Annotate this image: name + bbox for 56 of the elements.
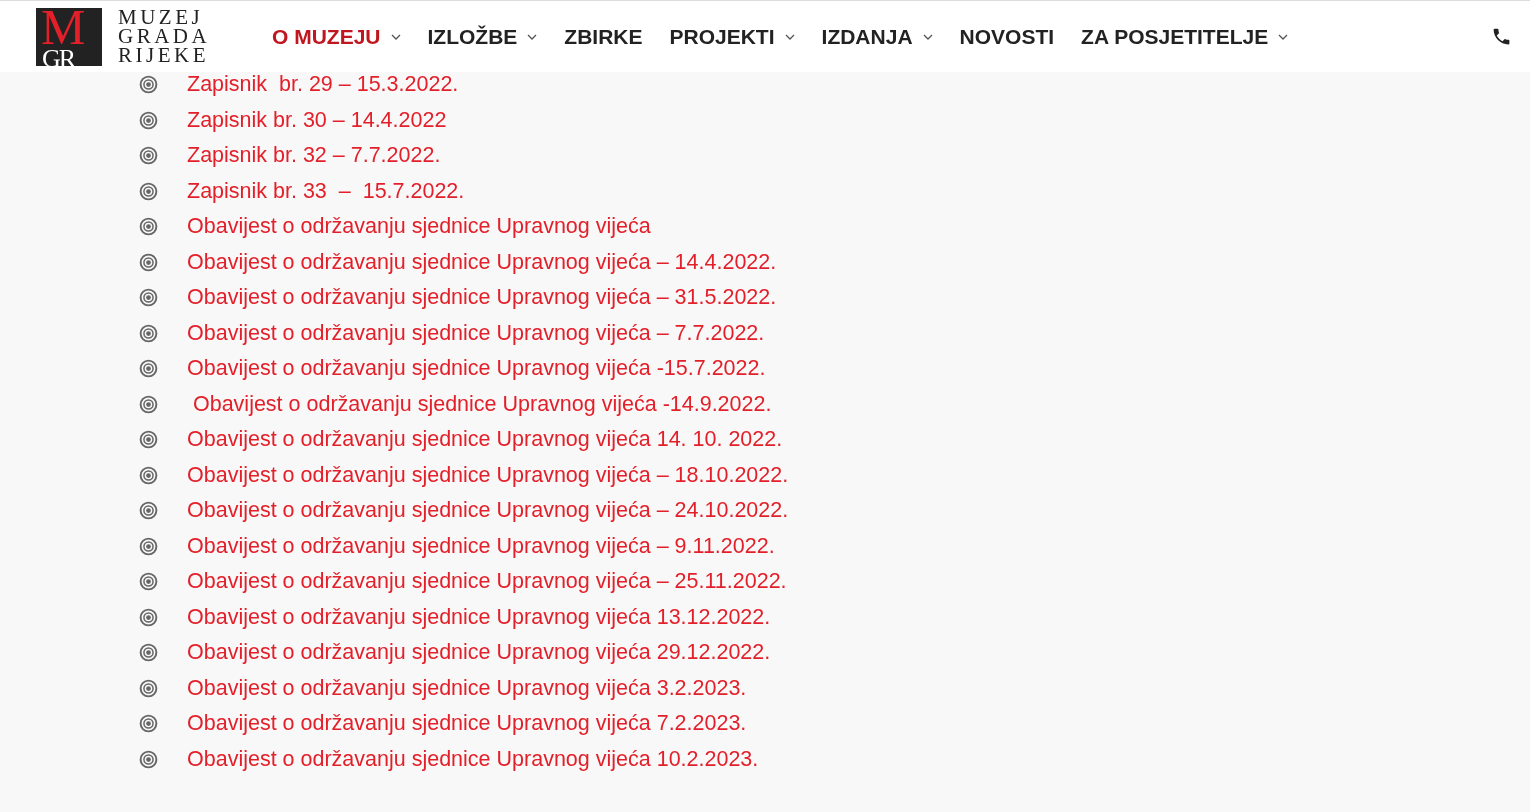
document-link[interactable]: Obavijest o održavanju sjednice Upravnog vijeća 29.12.2022. xyxy=(187,640,771,666)
bullet-icon xyxy=(139,607,158,627)
document-link[interactable]: Obavijest o održavanju sjednice Upravnog vijeća 7.2.2023. xyxy=(187,711,747,737)
document-link[interactable]: Obavijest o održavanju sjednice Upravnog vijeća – 9.11.2022. xyxy=(187,533,775,559)
chevron-down-icon xyxy=(390,33,401,40)
bullet-icon xyxy=(139,394,158,414)
document-link[interactable]: Obavijest o održavanju sjednice Upravnog vijeća 3.2.2023. xyxy=(187,675,747,701)
bullet-icon xyxy=(139,110,158,130)
document-link[interactable]: Zapisnik br. 33 – 15.7.2022. xyxy=(187,178,465,204)
nav-menu-item[interactable]: IZDANJA xyxy=(821,24,933,49)
bullet-icon xyxy=(139,288,158,308)
bullet-icon xyxy=(139,714,158,734)
document-link[interactable]: Obavijest o održavanju sjednice Upravnog vijeća xyxy=(187,214,651,240)
bullet-icon xyxy=(139,572,158,592)
bullet-icon xyxy=(139,643,158,663)
bullet-icon xyxy=(139,501,158,521)
nav-menu-item[interactable]: ZBIRKE xyxy=(564,24,643,49)
bullet-icon xyxy=(139,75,158,95)
bullet-icon xyxy=(139,252,158,272)
document-link[interactable]: Obavijest o održavanju sjednice Upravnog vijeća -14.9.2022. xyxy=(187,391,772,417)
document-link[interactable]: Obavijest o održavanju sjednice Upravnog vijeća – 14.4.2022. xyxy=(187,249,777,275)
logo-text: GRADA xyxy=(118,27,211,46)
bullet-icon xyxy=(139,181,158,201)
bullet-icon xyxy=(139,749,158,769)
bullet-icon xyxy=(139,146,158,166)
bullet-icon xyxy=(139,536,158,556)
document-link[interactable]: Obavijest o održavanju sjednice Upravnog vijeća – 31.5.2022. xyxy=(187,285,777,311)
document-link[interactable]: Obavijest o održavanju sjednice Upravnog vijeća – 25.11.2022. xyxy=(187,569,787,595)
phone-icon[interactable] xyxy=(1491,26,1512,47)
bullet-icon xyxy=(139,359,158,379)
logo-text: RIJEKE xyxy=(118,46,210,65)
bullet-icon xyxy=(139,217,158,237)
document-link[interactable]: Zapisnik br. 30 – 14.4.2022 xyxy=(187,107,447,133)
nav-menu-item[interactable]: IZLOŽBE xyxy=(427,24,538,49)
document-link[interactable]: Obavijest o održavanju sjednice Upravnog vijeća 10.2.2023. xyxy=(187,746,759,772)
document-link[interactable]: Obavijest o održavanju sjednice Upravnog vijeća 14. 10. 2022. xyxy=(187,427,783,453)
nav-menu-item[interactable]: PROJEKTI xyxy=(669,24,795,49)
bullet-icon xyxy=(139,678,158,698)
chevron-down-icon xyxy=(784,33,795,40)
nav-menu-item[interactable]: O MUZEJU xyxy=(272,24,401,49)
document-link[interactable]: Zapisnik br. 29 – 15.3.2022. xyxy=(187,72,459,98)
document-link[interactable]: Zapisnik br. 32 – 7.7.2022. xyxy=(187,143,441,169)
bullet-icon xyxy=(139,430,158,450)
chevron-down-icon xyxy=(922,33,933,40)
chevron-down-icon xyxy=(1278,33,1289,40)
document-link[interactable]: Obavijest o održavanju sjednice Upravnog vijeća 13.12.2022. xyxy=(187,604,771,630)
document-link[interactable]: Obavijest o održavanju sjednice Upravnog vijeća – 24.10.2022. xyxy=(187,498,789,524)
bullet-icon xyxy=(139,323,158,343)
document-link[interactable]: Obavijest o održavanju sjednice Upravnog vijeća -15.7.2022. xyxy=(187,356,766,382)
document-link[interactable]: Obavijest o održavanju sjednice Upravnog vijeća – 7.7.2022. xyxy=(187,320,765,346)
document-link[interactable]: Obavijest o održavanju sjednice Upravnog vijeća – 18.10.2022. xyxy=(187,462,789,488)
logo-text: MUZEJ xyxy=(118,8,205,27)
bullet-icon xyxy=(139,465,158,485)
nav-menu-item[interactable]: NOVOSTI xyxy=(959,24,1055,49)
nav-menu-item[interactable]: ZA POSJETITELJE xyxy=(1081,24,1289,49)
chevron-down-icon xyxy=(527,33,538,40)
